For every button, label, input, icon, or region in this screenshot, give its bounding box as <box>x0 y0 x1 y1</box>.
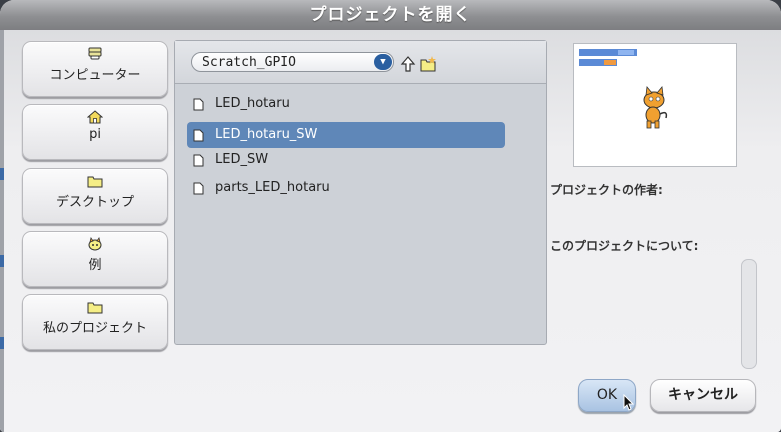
cat-icon <box>88 237 102 251</box>
chevron-down-icon[interactable]: ▼ <box>374 54 392 70</box>
notes-scrollbar[interactable] <box>741 259 757 369</box>
about-label: このプロジェクトについて: <box>550 239 699 253</box>
file-toolbar: Scratch_GPIO ▼ <box>175 41 546 84</box>
sidebar-item-label: デスクトップ <box>55 195 134 210</box>
author-label: プロジェクトの作者: <box>550 183 663 197</box>
drive-icon <box>88 47 102 60</box>
file-icon <box>193 154 204 167</box>
list-item[interactable]: parts_LED_hotaru <box>187 175 505 201</box>
sidebar-item-label: コンピューター <box>49 68 141 83</box>
file-name: LED_hotaru <box>215 96 290 111</box>
new-folder-icon[interactable] <box>420 56 436 72</box>
sidebar-item-label: 私のプロジェクト <box>42 321 147 336</box>
parent-folder-icon[interactable] <box>400 56 416 72</box>
file-icon <box>193 182 204 195</box>
list-item-selected[interactable]: LED_hotaru_SW <box>187 122 505 148</box>
dialog-title: プロジェクトを開く <box>0 0 781 30</box>
sidebar-item-label: pi <box>89 127 101 142</box>
background-window-edge <box>0 30 4 432</box>
file-icon <box>193 129 204 142</box>
sidebar-item-my-projects[interactable]: 私のプロジェクト <box>22 294 168 350</box>
project-thumbnail <box>573 43 737 167</box>
folder-icon <box>87 302 103 314</box>
cancel-button[interactable]: キャンセル <box>650 379 756 412</box>
sidebar-item-label: 例 <box>88 258 102 273</box>
file-name: parts_LED_hotaru <box>215 180 330 195</box>
folder-select[interactable]: Scratch_GPIO ▼ <box>191 52 394 72</box>
folder-select-value: Scratch_GPIO <box>202 55 296 70</box>
sidebar-item-computer[interactable]: コンピューター <box>22 41 168 97</box>
mouse-cursor-icon <box>623 394 635 411</box>
sidebar-item-desktop[interactable]: デスクトップ <box>22 168 168 224</box>
file-name: LED_SW <box>215 152 269 167</box>
file-icon <box>193 98 204 111</box>
list-item[interactable]: LED_hotaru <box>187 91 505 117</box>
home-icon <box>87 110 103 124</box>
folder-icon <box>87 176 103 188</box>
file-list-panel: Scratch_GPIO ▼ LED_hotaru LED_hotaru_SW <box>174 40 547 345</box>
thumbnail-image <box>579 49 668 129</box>
open-project-dialog: プロジェクトを開く コンピューター pi デスクトップ 例 私のプロジェクト S… <box>0 0 781 432</box>
sidebar-item-home[interactable]: pi <box>22 104 168 160</box>
file-name: LED_hotaru_SW <box>215 127 318 142</box>
list-item[interactable]: LED_SW <box>187 147 505 173</box>
sidebar-item-examples[interactable]: 例 <box>22 231 168 287</box>
